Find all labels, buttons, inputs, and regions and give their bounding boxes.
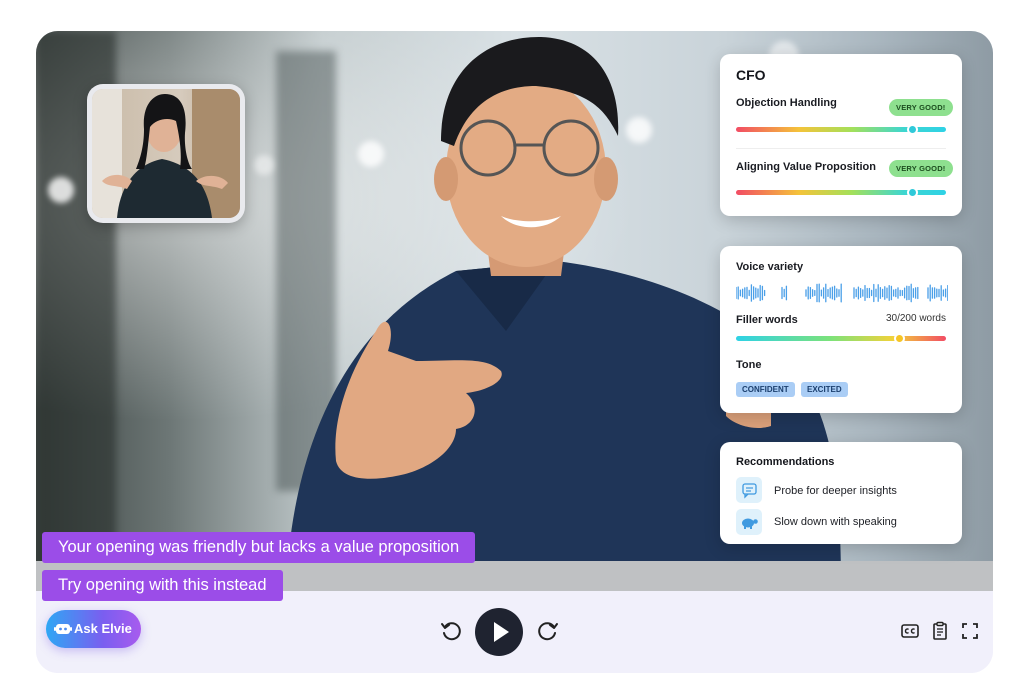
filler-words-value: 30/200 words	[885, 313, 946, 324]
rewind-icon[interactable]	[439, 619, 463, 643]
filler-words-slider	[736, 333, 946, 344]
ask-elvie-label: Ask Elvie	[74, 621, 132, 636]
voice-variety-label: Voice variety	[736, 261, 804, 273]
metric-label: Aligning Value Proposition	[736, 161, 876, 173]
voice-waveform-icon	[736, 283, 948, 303]
metric-slider-knob	[906, 187, 918, 198]
filler-words-label: Filler words	[736, 314, 798, 326]
turtle-icon	[736, 509, 762, 535]
recommendations-card: Recommendations Probe for deeper insight…	[720, 442, 962, 544]
closed-captions-icon[interactable]	[900, 621, 920, 641]
tone-tag: CONFIDENT	[736, 382, 795, 397]
participant-figure	[92, 89, 240, 218]
tone-label: Tone	[736, 359, 762, 371]
forward-icon[interactable]	[536, 619, 560, 643]
ask-elvie-button[interactable]: Ask Elvie	[46, 610, 141, 648]
voice-analysis-card: Voice variety Filler words 30/200 words …	[720, 246, 962, 413]
scorecard-title: CFO	[736, 67, 766, 83]
divider	[736, 148, 946, 149]
caption-line: Try opening with this instead	[42, 570, 283, 601]
main-video[interactable]: CFO Objection Handling VERY GOOD! Aligni…	[36, 31, 993, 591]
recommendation-item: Probe for deeper insights	[774, 485, 897, 497]
video-player: CFO Objection Handling VERY GOOD! Aligni…	[36, 31, 993, 673]
transcript-icon[interactable]	[930, 621, 950, 641]
recommendations-title: Recommendations	[736, 456, 835, 468]
scorecard-card: CFO Objection Handling VERY GOOD! Aligni…	[720, 54, 962, 216]
play-button[interactable]	[475, 608, 523, 656]
play-icon	[494, 622, 509, 642]
player-controls: Ask Elvie	[36, 591, 993, 673]
metric-badge: VERY GOOD!	[889, 99, 953, 116]
recommendation-item: Slow down with speaking	[774, 516, 897, 528]
fullscreen-icon[interactable]	[960, 621, 980, 641]
robot-icon	[54, 624, 72, 634]
caption-line: Your opening was friendly but lacks a va…	[42, 532, 476, 563]
tone-tag: EXCITED	[801, 382, 848, 397]
metric-label: Objection Handling	[736, 97, 837, 109]
metric-badge: VERY GOOD!	[889, 160, 953, 177]
picture-in-picture[interactable]	[87, 84, 245, 223]
pip-video	[92, 89, 240, 218]
metric-slider	[736, 124, 946, 135]
metric-slider	[736, 187, 946, 198]
chat-bubble-icon	[736, 477, 762, 503]
metric-slider-knob	[906, 124, 918, 135]
filler-words-slider-knob	[894, 333, 906, 344]
